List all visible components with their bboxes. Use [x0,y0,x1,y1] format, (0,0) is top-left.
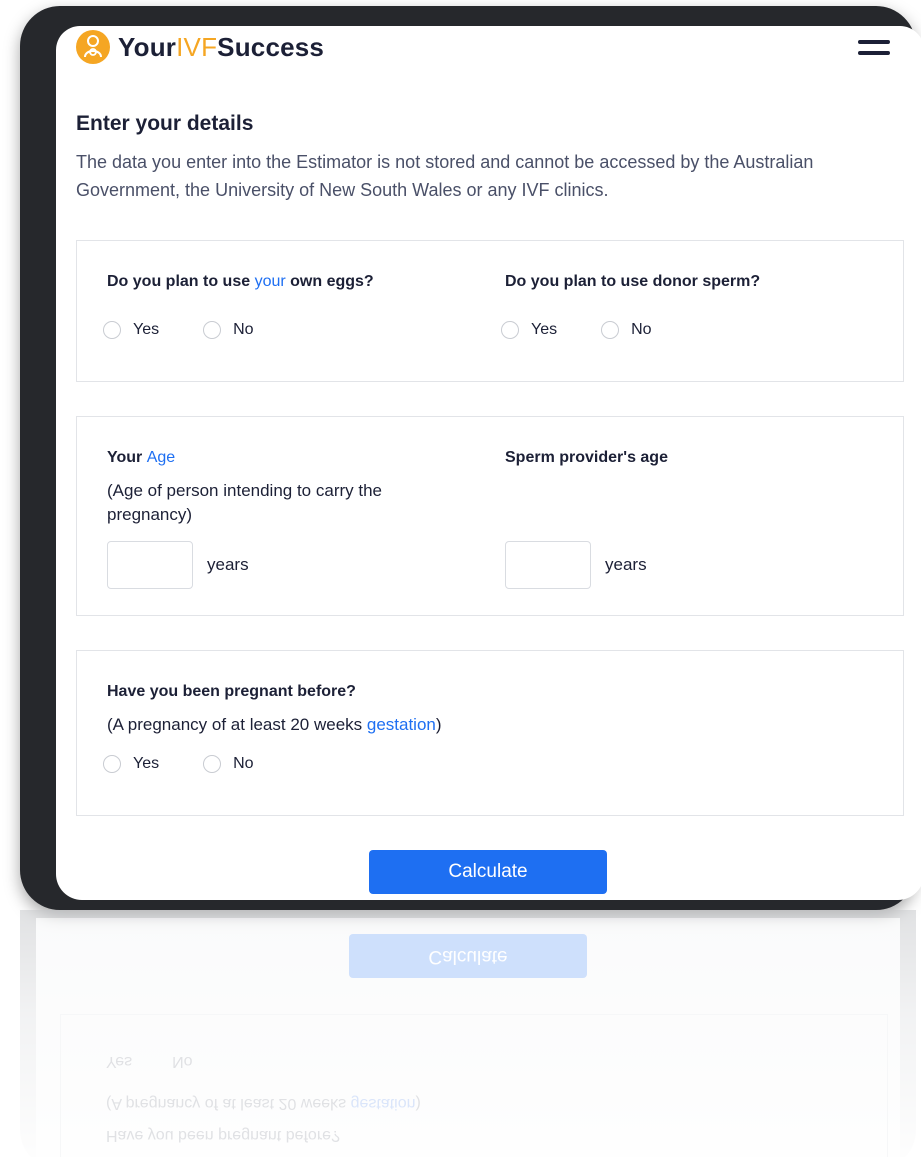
pregnant-sub-prefix: (A pregnancy of at least 20 weeks [107,715,367,734]
radio-circle[interactable] [501,321,519,339]
radio-label: Yes [133,755,160,772]
hamburger-menu-icon[interactable] [858,40,890,60]
reflection-question: Have you been pregnant before? [106,1127,340,1144]
eggs-question: Do you plan to use your own eggs? [107,273,374,291]
radio-label: No [631,321,652,338]
reflection-sub-suffix: ) [415,1095,421,1112]
radio-label: Yes [531,321,558,338]
mother-child-icon [76,30,110,64]
logo-text: YourIVFSuccess [118,32,324,63]
logo-text-success: Success [217,31,325,62]
eggs-question-suffix: own eggs? [285,273,374,290]
calculate-button[interactable]: Calculate [369,850,607,894]
age-label-prefix: Your [107,449,147,466]
tablet-frame: YourIVFSuccess Enter your details The da… [20,6,921,910]
age-card: Your Age (Age of person intending to car… [76,416,904,616]
age-label: Your Age [107,449,175,467]
eggs-sperm-card: Do you plan to use your own eggs? Yes No… [76,240,904,382]
pregnant-yes-radio[interactable]: Yes [103,755,159,773]
age-unit: years [207,555,249,574]
reflection-sub-link: gestation [350,1095,416,1112]
sperm-no-radio[interactable]: No [601,321,652,339]
menu-bar [858,51,890,55]
age-sub: (Age of person intending to carry the pr… [107,481,382,524]
device-reflection: Calculate Yes No (A pregnancy of at leas… [20,910,916,1157]
reflection-sub-prefix: (A pregnancy of at least 20 weeks [106,1095,351,1112]
radio-circle[interactable] [203,755,222,773]
eggs-no-radio[interactable]: No [203,321,254,339]
eggs-radio-group: Yes No [103,321,298,339]
pregnant-question: Have you been pregnant before? [107,683,356,700]
pregnancy-card: Have you been pregnant before? (A pregna… [76,650,904,816]
eggs-question-prefix: Do you plan to use [107,273,255,290]
header: YourIVFSuccess [56,26,921,72]
radio-label: Yes [133,321,160,338]
radio-circle[interactable] [103,321,121,339]
logo[interactable]: YourIVFSuccess [76,30,324,64]
radio-label: No [233,755,254,772]
reflection-no: No [172,1053,193,1070]
radio-circle[interactable] [203,321,222,339]
sperm-age-input[interactable] [505,541,591,589]
reflection-calculate-button: Calculate [349,934,587,978]
age-input[interactable] [107,541,193,589]
reflection-yes: Yes [106,1053,133,1070]
pregnant-sub: (A pregnancy of at least 20 weeks gestat… [107,713,442,737]
pregnant-no-radio[interactable]: No [203,755,254,773]
sperm-question: Do you plan to use donor sperm? [505,273,761,290]
age-label-link[interactable]: Age [147,449,175,466]
radio-circle[interactable] [601,321,620,339]
pregnant-sub-suffix: ) [435,715,442,734]
sperm-age-unit: years [605,555,647,574]
pregnant-radio-group: Yes No [103,755,298,773]
page-title: Enter your details [76,112,254,135]
logo-text-ivf: IVF [176,31,218,62]
eggs-question-link[interactable]: your [255,273,286,290]
eggs-yes-radio[interactable]: Yes [103,321,159,339]
reflection-sub: (A pregnancy of at least 20 weeks gestat… [106,1094,421,1112]
sperm-yes-radio[interactable]: Yes [501,321,557,339]
logo-text-your: Your [118,31,177,62]
reflection-radio-labels: Yes No [106,1052,193,1070]
radio-label: No [233,321,254,338]
menu-bar [858,40,890,44]
screen: YourIVFSuccess Enter your details The da… [56,26,921,900]
sperm-age-label: Sperm provider's age [505,449,668,466]
sperm-radio-group: Yes No [501,321,696,339]
gestation-link[interactable]: gestation [367,715,436,734]
intro-text: The data you enter into the Estimator is… [76,152,814,200]
radio-circle[interactable] [103,755,121,773]
